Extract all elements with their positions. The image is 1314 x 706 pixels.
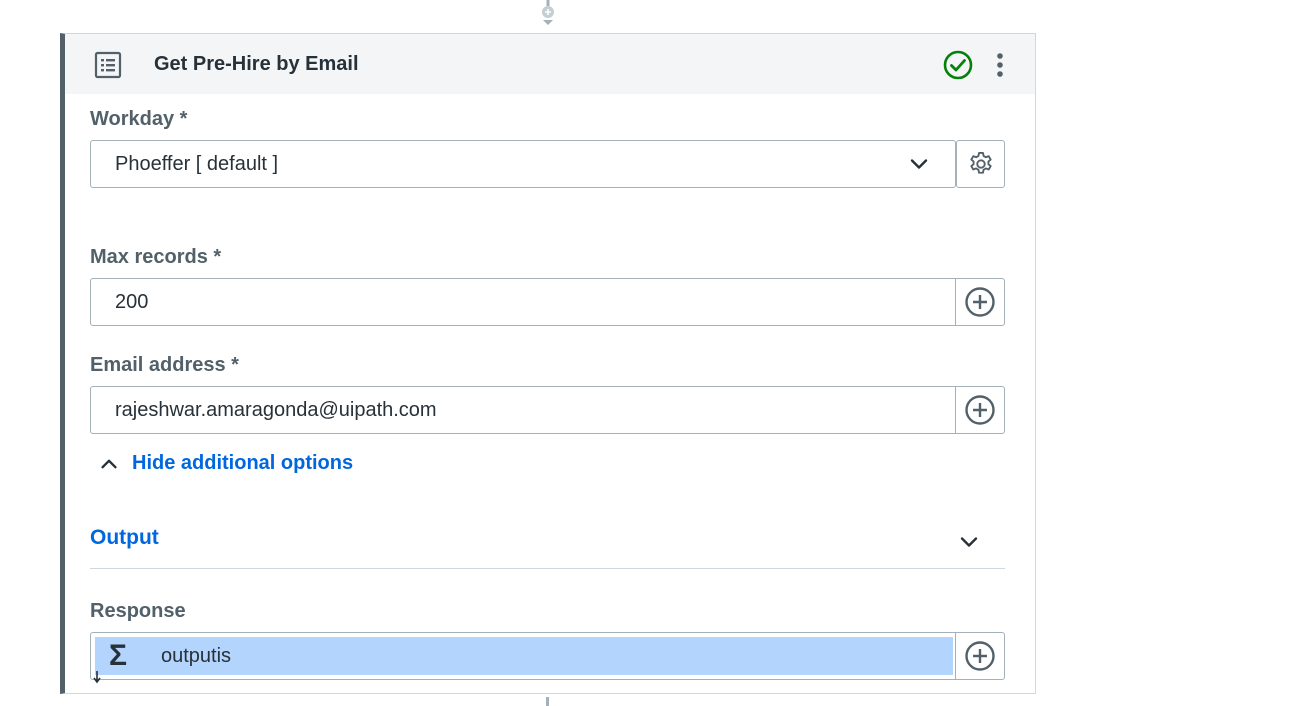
check-circle-icon xyxy=(943,50,973,80)
workday-settings-button[interactable] xyxy=(956,140,1005,188)
plus-circle-icon xyxy=(965,641,995,671)
response-value: outputis xyxy=(161,644,232,667)
resize-arrow-icon xyxy=(93,671,101,684)
workday-label: Workday * xyxy=(90,108,188,130)
max-records-add-button[interactable] xyxy=(955,279,1004,325)
response-label: Response xyxy=(90,600,186,622)
activity-card[interactable]: Get Pre-Hire by Email Workday * Phoeffer… xyxy=(60,33,1036,694)
max-records-input[interactable]: 200 xyxy=(90,278,1005,326)
activity-title: Get Pre-Hire by Email xyxy=(154,53,359,75)
activity-header[interactable]: Get Pre-Hire by Email xyxy=(65,34,1035,94)
chevron-down-icon[interactable] xyxy=(957,530,981,554)
email-label: Email address * xyxy=(90,354,239,376)
more-vertical-icon[interactable] xyxy=(994,50,1006,80)
max-records-value: 200 xyxy=(115,290,149,313)
response-add-button[interactable] xyxy=(955,633,1004,679)
hide-options-toggle[interactable]: Hide additional options xyxy=(98,452,353,475)
plus-circle-icon xyxy=(965,395,995,425)
response-selection[interactable]: Σ outputis xyxy=(95,637,953,675)
email-value: rajeshwar.amaragonda@uipath.com xyxy=(115,398,437,421)
list-document-icon xyxy=(94,51,122,79)
response-input[interactable]: Σ outputis xyxy=(90,632,1005,680)
email-add-button[interactable] xyxy=(955,387,1004,433)
hide-options-label: Hide additional options xyxy=(132,452,354,474)
connector-add-icon[interactable] xyxy=(540,0,556,32)
output-section-header[interactable]: Output xyxy=(90,522,1005,569)
chevron-up-icon xyxy=(101,459,117,468)
plus-circle-icon xyxy=(965,287,995,317)
connector-line xyxy=(546,697,549,706)
sigma-icon: Σ xyxy=(109,639,128,672)
max-records-label: Max records * xyxy=(90,246,222,268)
gear-icon xyxy=(969,151,992,174)
workday-value: Phoeffer [ default ] xyxy=(115,152,279,175)
chevron-down-icon[interactable] xyxy=(907,152,931,176)
output-section-title: Output xyxy=(90,526,159,549)
email-input[interactable]: rajeshwar.amaragonda@uipath.com xyxy=(90,386,1005,434)
workday-select[interactable]: Phoeffer [ default ] xyxy=(90,140,956,188)
